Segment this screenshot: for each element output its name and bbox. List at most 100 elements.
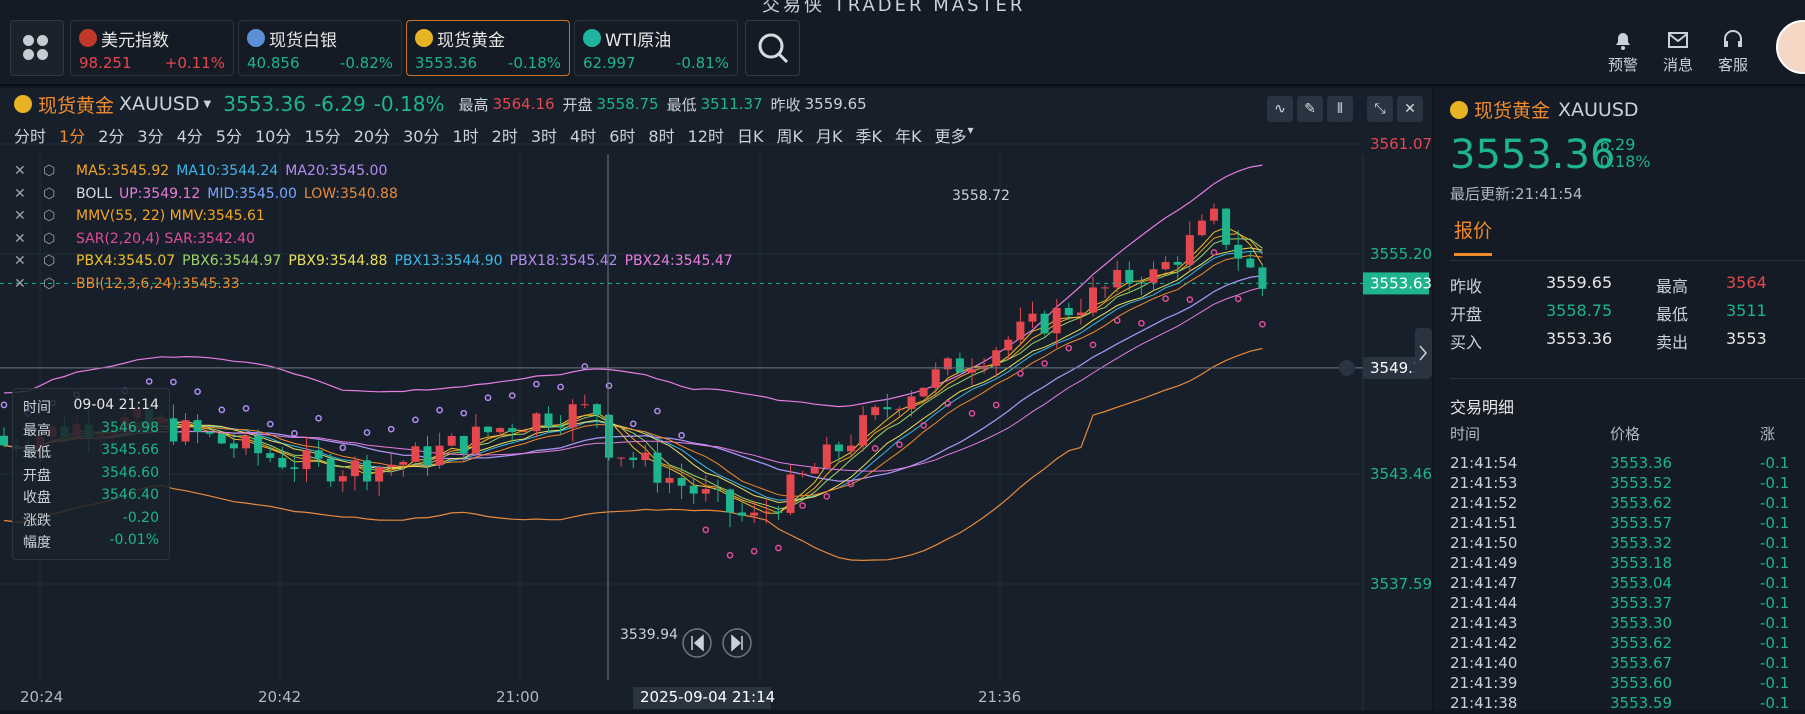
- search-button[interactable]: [745, 20, 800, 76]
- trade-price: 3553.57: [1610, 514, 1673, 532]
- close-icon[interactable]: ✕: [14, 208, 36, 224]
- apps-menu-button[interactable]: [10, 20, 64, 76]
- col-change: 涨: [1760, 425, 1776, 443]
- candle-body: [471, 426, 480, 454]
- candle-body: [338, 476, 347, 482]
- avatar[interactable]: [1776, 20, 1805, 74]
- candle-body: [1089, 287, 1097, 313]
- candle-body: [326, 458, 335, 482]
- candle-body: [314, 450, 323, 459]
- ticker-values: 40.856 -0.82%: [247, 54, 393, 72]
- ticker-card[interactable]: 美元指数 98.251 +0.11%: [70, 20, 234, 76]
- indicator-row: ✕ ⬡ SAR(2,20,4) SAR:3542.40: [14, 228, 740, 251]
- ticker-values: 98.251 +0.11%: [79, 54, 225, 72]
- quote-row: 买入 3553.36 卖出 3553: [1450, 329, 1805, 357]
- x-axis-label: 21:00: [496, 688, 539, 706]
- close-icon[interactable]: ✕: [14, 253, 36, 269]
- ticker-card[interactable]: 现货白银 40.856 -0.82%: [238, 20, 402, 76]
- close-icon[interactable]: ✕: [14, 276, 36, 292]
- indicator-value: MA10:3544.24: [176, 163, 279, 180]
- ticker-price: 3553.36: [415, 54, 478, 72]
- close-icon[interactable]: ✕: [14, 186, 36, 202]
- candle-body: [895, 408, 904, 410]
- trade-time: 21:41:38: [1450, 694, 1518, 712]
- candle-body: [1246, 258, 1255, 268]
- candle-body: [871, 407, 880, 416]
- trade-price: 3553.62: [1610, 634, 1673, 652]
- trade-time: 21:41:39: [1450, 674, 1518, 692]
- tooltip-row: 最高 3546.98: [23, 420, 159, 443]
- trade-change: -0.1: [1760, 674, 1790, 692]
- y-axis-label: 3543.46: [1370, 465, 1432, 483]
- expand-panel-button[interactable]: [1415, 328, 1432, 378]
- candle-body: [532, 413, 541, 432]
- candle-body: [1185, 235, 1194, 265]
- tooltip-value: 3546.60: [101, 464, 159, 481]
- ticker-name: 美元指数: [79, 26, 225, 51]
- candle-body: [847, 445, 855, 452]
- ticker-card[interactable]: WTI原油 62.997 -0.81%: [574, 20, 738, 76]
- tab-quote[interactable]: 报价: [1454, 216, 1492, 243]
- trade-time: 21:41:52: [1450, 494, 1518, 512]
- ticker-label: 现货白银: [269, 30, 337, 51]
- ohlc-tooltip: 时间 09-04 21:14 最高 3546.98 最低 3545.66 开盘 3546.60…: [12, 388, 170, 560]
- settings-icon[interactable]: ⬡: [43, 208, 69, 224]
- col-time: 时间: [1450, 425, 1481, 443]
- tooltip-key: 最低: [23, 445, 51, 461]
- trade-time: 21:41:47: [1450, 574, 1518, 592]
- candle-body: [278, 457, 287, 468]
- sidebar-change-pct: -0.18%: [1594, 152, 1651, 171]
- settings-icon[interactable]: ⬡: [43, 186, 69, 202]
- ticker-price: 98.251: [79, 54, 132, 72]
- candle-body: [859, 415, 868, 446]
- alert-button[interactable]: 预警: [1598, 28, 1648, 75]
- app-title: 交易侠 TRADER MASTER: [762, 0, 1026, 16]
- settings-icon[interactable]: ⬡: [43, 253, 69, 269]
- support-button[interactable]: 客服: [1708, 28, 1758, 75]
- gold-icon: [1450, 100, 1468, 119]
- candle-body: [229, 443, 238, 449]
- headset-icon: [1708, 28, 1758, 54]
- candle-body: [266, 453, 275, 458]
- table-row: 21:41:42 3553.62 -0.1: [1450, 634, 1805, 654]
- candle-body: [496, 428, 505, 433]
- table-row: 21:41:43 3553.30 -0.1: [1450, 614, 1805, 634]
- trade-price: 3553.36: [1610, 454, 1673, 472]
- quote-key: 最高: [1656, 277, 1689, 296]
- tooltip-row: 开盘 3546.60: [23, 465, 159, 488]
- ticker-change: -0.82%: [339, 54, 393, 72]
- tab-indicator: [1454, 253, 1492, 256]
- candle-body: [181, 420, 190, 442]
- quote-value: 3553.36: [1546, 329, 1613, 348]
- candle-body: [1101, 287, 1110, 289]
- candle-body: [617, 457, 626, 459]
- trade-change: -0.1: [1760, 594, 1790, 612]
- close-icon[interactable]: ✕: [14, 231, 36, 247]
- quote-value: 3553: [1726, 329, 1767, 348]
- candle-body: [726, 489, 734, 513]
- candle-body: [411, 446, 420, 462]
- candle-body: [810, 467, 819, 474]
- low-annotation: 3539.94: [620, 627, 678, 643]
- close-icon[interactable]: ✕: [14, 163, 36, 179]
- ticker-label: WTI原油: [605, 30, 672, 51]
- candle-body: [242, 435, 250, 449]
- y-axis-label: 3537.59: [1370, 575, 1432, 593]
- sidebar-change-value: -6.29: [1594, 135, 1636, 154]
- messages-button[interactable]: 消息: [1653, 28, 1703, 75]
- settings-icon[interactable]: ⬡: [43, 276, 69, 292]
- ticker-price: 40.856: [247, 54, 300, 72]
- indicator-value: PBX9:3544.88: [288, 253, 388, 270]
- ticker-card[interactable]: 现货黄金 3553.36 -0.18%: [406, 20, 570, 76]
- ticker-change: -0.81%: [675, 54, 729, 72]
- indicator-legend: ✕ ⬡ MA5:3545.92 MA10:3544.24 MA20:3545.00 ✕ ⬡ B…: [14, 160, 740, 295]
- indicator-value: PBX24:3545.47: [624, 253, 733, 270]
- settings-icon[interactable]: ⬡: [43, 231, 69, 247]
- trade-price: 3553.18: [1610, 554, 1673, 572]
- tooltip-key: 幅度: [23, 535, 51, 551]
- bell-icon: [1339, 359, 1355, 376]
- settings-icon[interactable]: ⬡: [43, 163, 69, 179]
- trade-price: 3553.62: [1610, 494, 1673, 512]
- candle-body: [1004, 339, 1013, 351]
- candle-body: [1028, 313, 1037, 322]
